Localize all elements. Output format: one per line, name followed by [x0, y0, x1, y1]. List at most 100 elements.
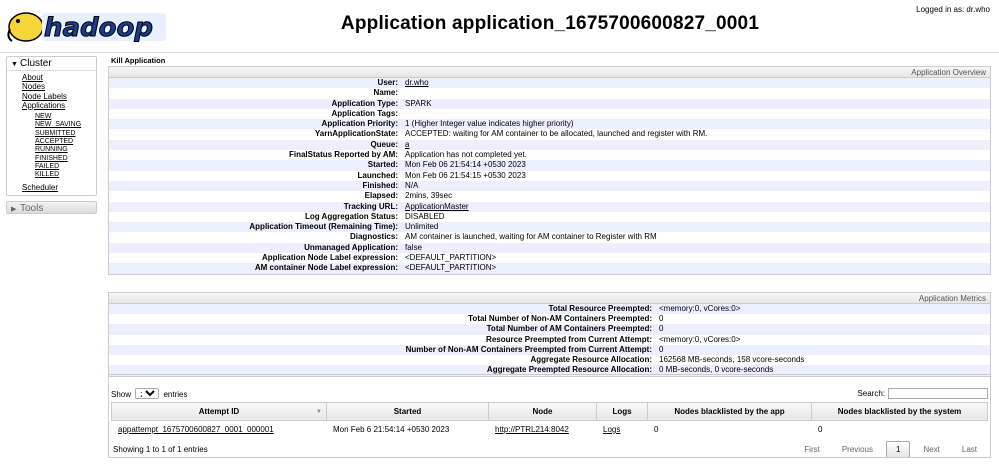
- overview-key: Application Timeout (Remaining Time):: [249, 222, 398, 232]
- overview-key: Elapsed:: [364, 191, 398, 201]
- nav-state-submitted[interactable]: SUBMITTED: [35, 130, 96, 138]
- hadoop-logo: hadoop: [7, 12, 166, 44]
- overview-key: Log Aggregation Status:: [304, 211, 398, 221]
- overview-row: Name:: [109, 88, 990, 98]
- overview-key: Application Node Label expression:: [261, 253, 398, 263]
- overview-value: N/A: [405, 180, 419, 190]
- overview-row: Tracking URL: ApplicationMaster: [109, 201, 990, 212]
- pagination-next[interactable]: Next: [914, 442, 948, 457]
- table-info: Showing 1 to 1 of 1 entries: [113, 444, 208, 454]
- overview-row: FinalStatus Reported by AM: Application h…: [109, 150, 990, 160]
- metrics-rows: Total Resource Preempted: <memory:0, vCor…: [109, 303, 990, 376]
- kill-application-button[interactable]: Kill Application: [108, 56, 991, 66]
- overview-value: Mon Feb 06 21:54:15 +0530 2023: [405, 170, 526, 180]
- col-node[interactable]: Node: [488, 401, 597, 421]
- overview-value: ACCEPTED: waiting for AM container to be…: [405, 129, 708, 139]
- overview-key: Name:: [373, 88, 398, 98]
- cell-node: http://PTRL214:8042: [488, 420, 597, 439]
- metrics-value: 0 MB-seconds, 0 vcore-seconds: [659, 365, 774, 375]
- overview-row: YarnApplicationState: ACCEPTED: waiting f…: [109, 129, 990, 139]
- nav-scheduler[interactable]: Scheduler: [22, 183, 96, 192]
- overview-row: Application Node Label expression: <DEFAU…: [109, 253, 990, 263]
- search-label: Search:: [857, 389, 885, 399]
- overview-row: Diagnostics: AM container is launched, wa…: [109, 232, 990, 242]
- nav-state-new[interactable]: NEW: [35, 113, 96, 121]
- metrics-heading: Application Metrics: [109, 292, 990, 304]
- overview-key: Started:: [367, 160, 398, 170]
- overview-value: DISABLED: [405, 211, 445, 221]
- metrics-row: Aggregate Preempted Resource Allocation:…: [109, 365, 990, 376]
- nav-about[interactable]: About: [22, 73, 96, 82]
- cell-blacklisted-system: 0: [811, 420, 988, 439]
- nav-state-accepted[interactable]: ACCEPTED: [35, 138, 96, 146]
- metrics-value: <memory:0, vCores:0>: [659, 334, 741, 344]
- application-overview-panel: Application Overview User: dr.who Name: App…: [108, 66, 991, 275]
- node-link[interactable]: http://PTRL214:8042: [495, 425, 569, 434]
- overview-value-link[interactable]: dr.who: [405, 78, 429, 87]
- overview-row: Application Timeout (Remaining Time): Unl…: [109, 222, 990, 233]
- metrics-key: Number of Non-AM Containers Preempted fr…: [405, 344, 652, 354]
- nav-state-new-saving[interactable]: NEW_SAVING: [35, 121, 96, 129]
- overview-value-link[interactable]: ApplicationMaster: [405, 202, 469, 211]
- attempt-link[interactable]: appattempt_1675700600827_0001_000001: [118, 425, 274, 434]
- overview-row: Launched: Mon Feb 06 21:54:15 +0530 2023: [109, 171, 990, 181]
- nav-applications[interactable]: Applications: [22, 101, 96, 110]
- cell-logs: Logs: [596, 420, 648, 439]
- overview-key: Finished:: [362, 180, 398, 190]
- attempts-section: Show 20 entries Search: Attempt ID ▼ Star…: [108, 384, 991, 461]
- metrics-key: Resource Preempted from Current Attempt:: [486, 334, 652, 344]
- overview-row: Unmanaged Application: false: [109, 242, 990, 254]
- overview-value: ApplicationMaster: [405, 202, 990, 212]
- application-metrics-panel: Application Metrics Total Resource Preem…: [108, 291, 991, 377]
- pagination-first[interactable]: First: [795, 442, 829, 457]
- app-state-links: NEW NEW_SAVING SUBMITTED ACCEPTED RUNNIN…: [22, 110, 96, 182]
- overview-key: Launched:: [357, 170, 398, 180]
- nav-state-failed[interactable]: FAILED: [35, 163, 96, 171]
- metrics-row: Resource Preempted from Current Attempt:…: [109, 335, 990, 345]
- overview-value: false: [405, 242, 422, 252]
- entries-per-page-select[interactable]: 20: [135, 388, 160, 400]
- overview-key: Unmanaged Application:: [304, 242, 398, 252]
- table-controls: Show 20 entries Search:: [111, 387, 988, 401]
- overview-key: YarnApplicationState:: [314, 129, 398, 139]
- overview-row: Elapsed: 2mins, 39sec: [109, 191, 990, 201]
- pagination-previous[interactable]: Previous: [833, 442, 882, 457]
- logs-link[interactable]: Logs: [603, 425, 620, 434]
- col-logs[interactable]: Logs: [596, 401, 648, 421]
- col-attempt-id[interactable]: Attempt ID ▼: [111, 401, 327, 421]
- overview-value: <DEFAULT_PARTITION>: [405, 263, 497, 273]
- header-divider: [0, 52, 999, 53]
- sidebar: ▼ Cluster About Nodes Node Labels Applica…: [6, 56, 97, 214]
- cell-blacklisted-app: 0: [647, 420, 812, 439]
- overview-value-link[interactable]: a: [405, 140, 409, 149]
- col-blacklisted-system[interactable]: Nodes blacklisted by the system: [811, 401, 988, 421]
- nav-state-killed[interactable]: KILLED: [35, 171, 96, 179]
- col-started[interactable]: Started: [326, 401, 489, 421]
- metrics-row: Total Number of AM Containers Preempted:…: [109, 324, 990, 335]
- metrics-row: Total Resource Preempted: <memory:0, vCor…: [109, 303, 990, 314]
- metrics-key: Aggregate Resource Allocation:: [530, 355, 652, 365]
- nav-node-labels[interactable]: Node Labels: [22, 92, 96, 101]
- overview-row: Log Aggregation Status: DISABLED: [109, 212, 990, 222]
- nav-state-running[interactable]: RUNNING: [35, 146, 96, 154]
- pagination-current-page[interactable]: 1: [885, 440, 911, 458]
- overview-rows: User: dr.who Name: Application Type: SPARK Ap…: [109, 78, 990, 274]
- search-input[interactable]: [888, 388, 988, 400]
- nav-state-finished[interactable]: FINISHED: [35, 155, 96, 163]
- overview-value: Application has not completed yet.: [405, 150, 527, 160]
- overview-value: 2mins, 39sec: [405, 191, 453, 201]
- overview-value: [405, 109, 990, 119]
- nav-nodes[interactable]: Nodes: [22, 82, 96, 91]
- tools-header[interactable]: ▶ Tools: [6, 200, 97, 214]
- cluster-label: Cluster: [20, 58, 52, 69]
- pagination-last[interactable]: Last: [953, 442, 986, 457]
- overview-row: User: dr.who: [109, 78, 990, 89]
- metrics-row: Total Number of Non-AM Containers Preemp…: [109, 314, 990, 324]
- col-blacklisted-app[interactable]: Nodes blacklisted by the app: [647, 401, 812, 421]
- metrics-row: Number of Non-AM Containers Preempted fr…: [109, 344, 990, 356]
- metrics-value: 0: [659, 313, 664, 323]
- cluster-header[interactable]: ▼ Cluster: [7, 57, 96, 70]
- overview-value: SPARK: [405, 98, 432, 108]
- overview-value: 1 (Higher Integer value indicates higher…: [405, 119, 574, 129]
- logo-text: hadoop: [44, 13, 153, 43]
